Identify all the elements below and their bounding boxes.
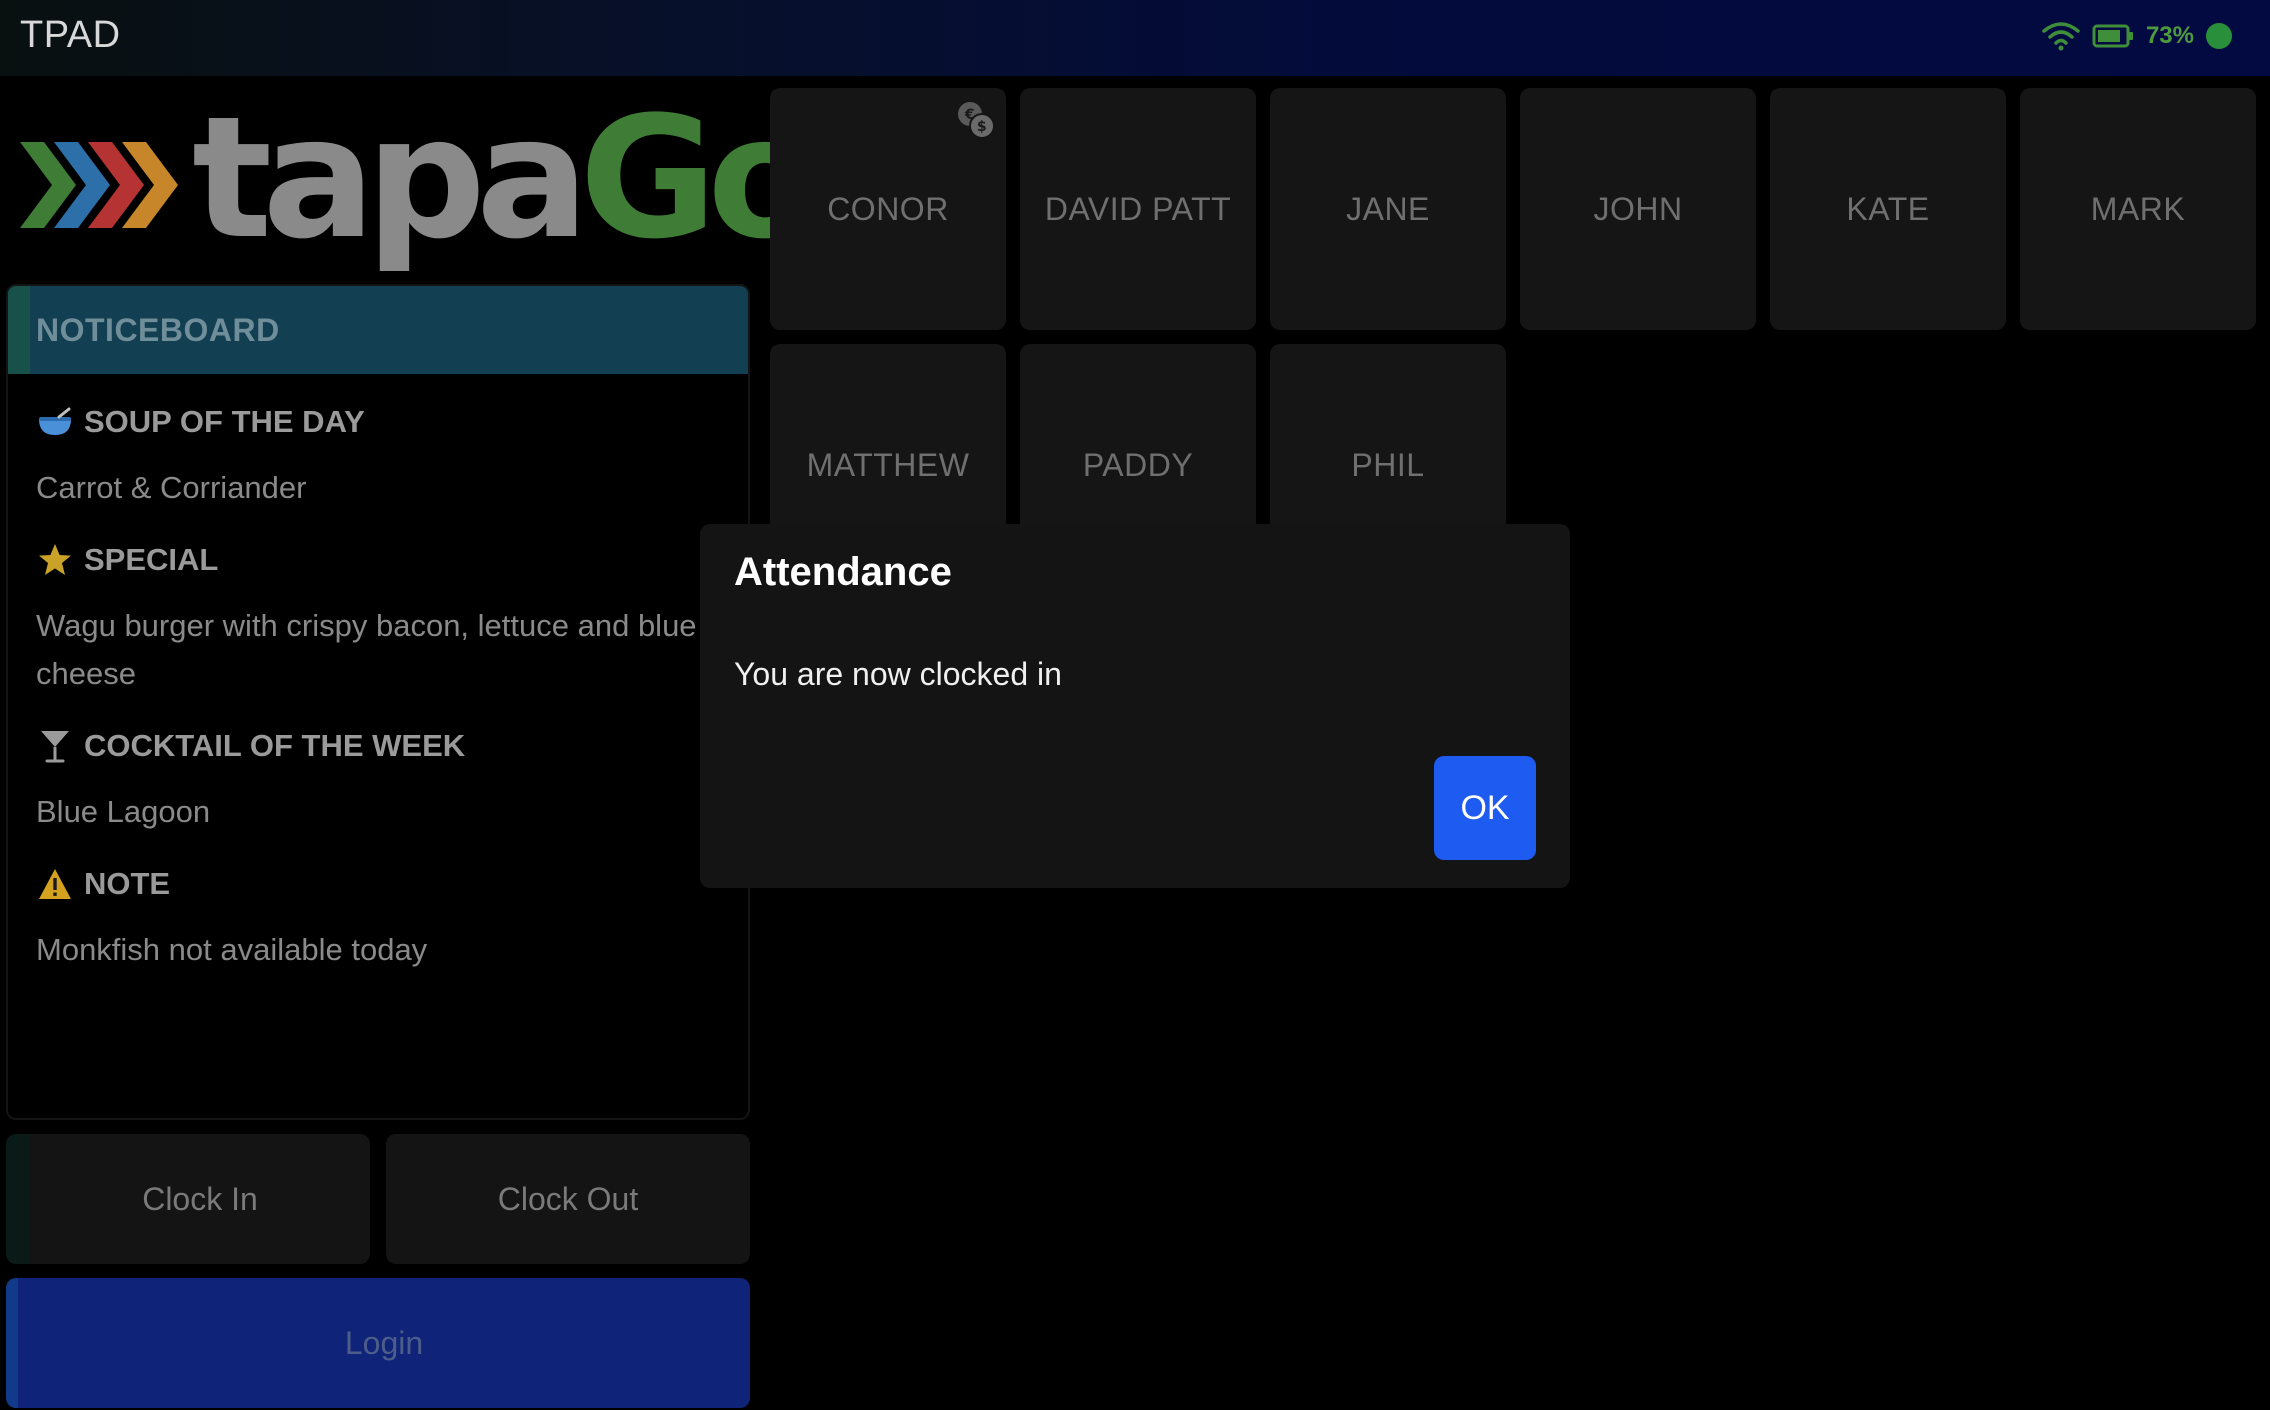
logo-text-tapa: tapa <box>192 80 589 276</box>
status-dot <box>2206 23 2232 49</box>
staff-tile-jane[interactable]: JANE <box>1270 88 1506 330</box>
staff-name: CONOR <box>827 190 949 227</box>
notice-title-text: SOUP OF THE DAY <box>84 404 365 439</box>
currency-coins-icon: € $ <box>954 98 1000 152</box>
star-icon <box>36 541 74 579</box>
clock-in-button[interactable]: Clock In <box>6 1134 370 1264</box>
staff-name: MATTHEW <box>806 446 970 483</box>
staff-name: KATE <box>1846 190 1930 227</box>
staff-name: MARK <box>2090 190 2186 227</box>
notice-title-soup: SOUP OF THE DAY <box>36 394 726 450</box>
noticeboard-header: NOTICEBOARD <box>8 286 748 374</box>
staff-name: JANE <box>1346 190 1430 227</box>
staff-tile-mark[interactable]: MARK <box>2020 88 2256 330</box>
notice-title-note: NOTE <box>36 856 726 912</box>
logo-chevrons-icon <box>20 130 188 240</box>
staff-name: PADDY <box>1082 446 1194 483</box>
logo-text: tapaGo <box>192 94 823 262</box>
notice-text-cocktail: Blue Lagoon <box>36 794 211 829</box>
status-bar: TPAD 73% <box>0 0 2270 76</box>
battery-icon <box>2092 23 2134 49</box>
ok-button[interactable]: OK <box>1434 756 1536 860</box>
login-button[interactable]: Login <box>6 1278 750 1408</box>
clock-out-button[interactable]: Clock Out <box>386 1134 750 1264</box>
staff-tile-john[interactable]: JOHN <box>1520 88 1756 330</box>
warning-icon <box>36 865 74 903</box>
svg-text:$: $ <box>977 119 987 135</box>
soup-bowl-icon <box>36 403 74 441</box>
notice-title-special: SPECIAL <box>36 532 726 588</box>
notice-text-special: Wagu burger with crispy bacon, lettuce a… <box>36 608 697 691</box>
staff-name: JOHN <box>1593 190 1683 227</box>
wifi-icon <box>2042 21 2080 51</box>
battery-percent: 73% <box>2145 22 2194 49</box>
noticeboard-body: SOUP OF THE DAY Carrot & Corriander SPEC… <box>8 374 748 974</box>
notice-title-text: NOTE <box>84 866 171 901</box>
staff-name: PHIL <box>1351 446 1425 483</box>
noticeboard: NOTICEBOARD SOUP OF THE DAY Carrot & Cor… <box>6 284 750 1120</box>
dialog-title: Attendance <box>734 550 952 594</box>
device-name: TPAD <box>20 14 121 56</box>
tapago-logo: tapaGo <box>20 94 823 270</box>
notice-title-text: SPECIAL <box>84 542 219 577</box>
notice-text-soup: Carrot & Corriander <box>36 470 307 505</box>
notice-title-text: COCKTAIL OF THE WEEK <box>84 728 466 763</box>
dialog-message: You are now clocked in <box>734 656 1062 692</box>
cocktail-icon <box>36 727 74 765</box>
staff-tile-david-patt[interactable]: DAVID PATT <box>1020 88 1256 330</box>
status-icons: 73% <box>2042 16 2232 56</box>
staff-name: DAVID PATT <box>1044 190 1232 227</box>
notice-title-cocktail: COCKTAIL OF THE WEEK <box>36 718 726 774</box>
notice-text-note: Monkfish not available today <box>36 932 428 967</box>
attendance-dialog: Attendance You are now clocked in OK <box>700 524 1570 888</box>
staff-tile-conor[interactable]: CONOR € $ <box>770 88 1006 330</box>
staff-tile-kate[interactable]: KATE <box>1770 88 2006 330</box>
